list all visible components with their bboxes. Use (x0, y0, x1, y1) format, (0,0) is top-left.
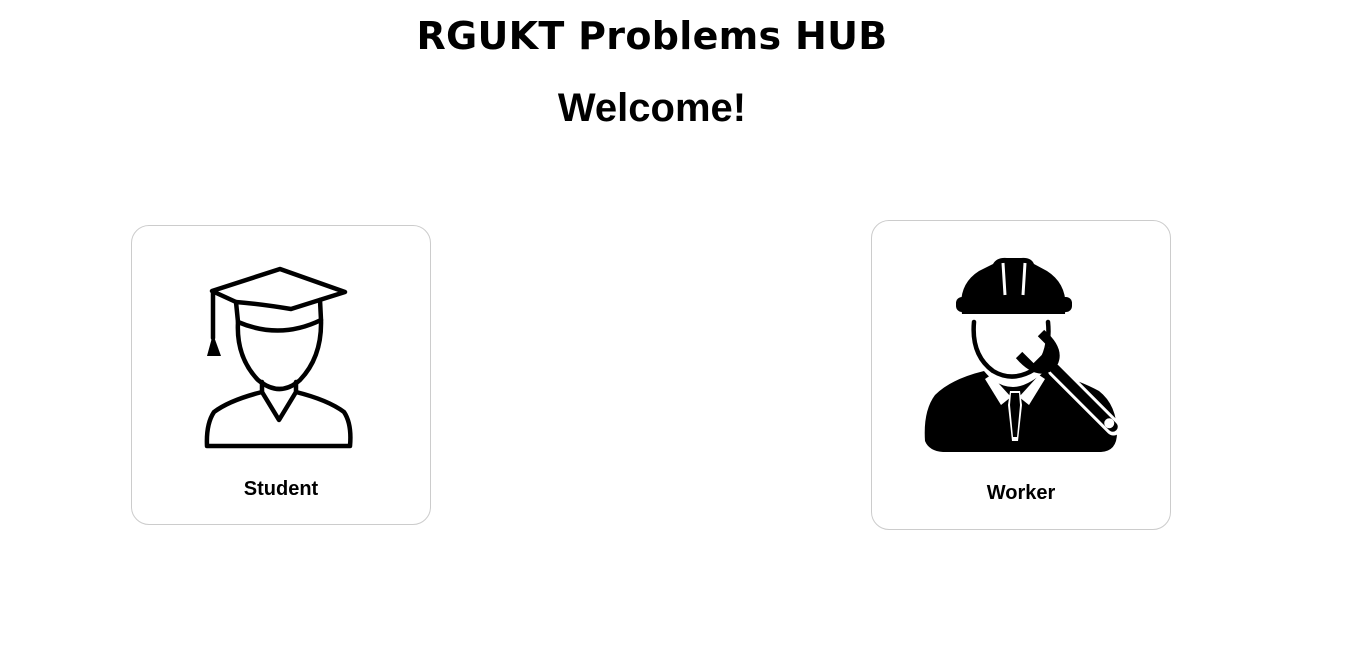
site-title: RGUKT Problems HUB (416, 14, 888, 58)
worker-card[interactable]: Worker (871, 220, 1171, 530)
worker-wrench-icon (924, 257, 1121, 452)
landing-page: RGUKT Problems HUB Welcome! Student Work… (0, 0, 1357, 650)
graduate-student-icon (204, 266, 353, 449)
student-card[interactable]: Student (131, 225, 431, 525)
student-label: Student (243, 478, 319, 500)
welcome-heading: Welcome! (557, 86, 747, 130)
worker-label: Worker (986, 482, 1056, 504)
